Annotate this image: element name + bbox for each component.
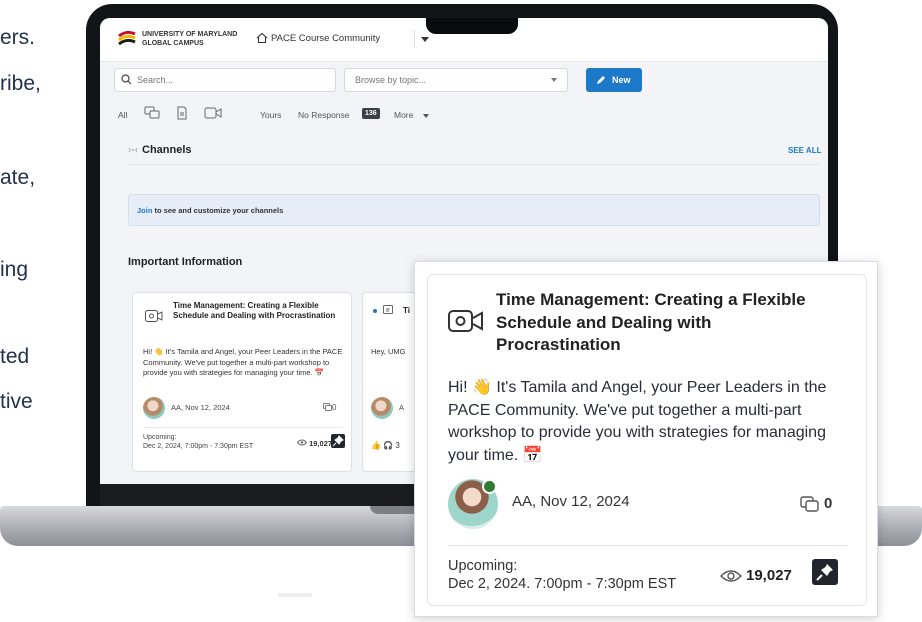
pencil-icon — [597, 76, 605, 84]
divider — [143, 427, 343, 428]
post-excerpt: Hi! 👋 It's Tamila and Angel, your Peer L… — [143, 347, 343, 377]
chevron-down-icon — [421, 37, 429, 42]
browse-placeholder: Browse by topic... — [355, 75, 427, 85]
chevron-down-icon — [423, 114, 429, 118]
channels-icon — [128, 147, 138, 153]
view-count-value: 19,027 — [309, 439, 333, 448]
course-switcher[interactable]: PACE Course Community — [271, 33, 380, 44]
reaction-count: 3 — [395, 441, 400, 450]
post-title: Time Management: Creating a Flexible Sch… — [173, 301, 336, 320]
brand-name: UNIVERSITY OF MARYLAND GLOBAL CAMPUS — [142, 30, 237, 48]
important-information-heading: Important Information — [128, 256, 243, 268]
pin-button[interactable] — [331, 434, 345, 448]
divider — [128, 164, 820, 165]
search-icon — [121, 74, 132, 85]
join-channels-banner: Join to see and customize your channels — [128, 194, 820, 226]
filter-more[interactable]: More — [394, 110, 413, 120]
search-placeholder: Search... — [137, 75, 174, 85]
comment-count-value: 0 — [332, 403, 337, 412]
join-link[interactable]: Join — [137, 206, 152, 215]
discussion-icon — [383, 305, 393, 314]
pin-icon — [332, 435, 344, 447]
new-post-label: New — [612, 75, 631, 85]
channels-heading: Channels — [142, 144, 192, 156]
left-text-fragment-3: ate, — [0, 166, 36, 189]
left-text-fragment-1: ers. — [0, 26, 36, 49]
post-excerpt: Hey, UMG — [371, 347, 406, 356]
upcoming-date: Dec 2, 2024, 7:00pm - 7:30pm EST — [143, 443, 254, 450]
discussion-filter-icon[interactable] — [144, 106, 160, 120]
upcoming-label: Upcoming: — [143, 434, 177, 441]
comment-count: 0 — [323, 403, 336, 412]
decorative-bar — [278, 593, 312, 597]
join-banner-message: to see and customize your channels — [152, 206, 284, 215]
camera-notch — [426, 18, 518, 34]
video-icon — [448, 310, 483, 332]
upcoming-event: Upcoming: Dec 2, 2024. 7:00pm - 7:30pm E… — [448, 557, 676, 593]
filter-yours[interactable]: Yours — [260, 110, 281, 120]
upcoming-event: Upcoming: Dec 2, 2024, 7:00pm - 7:30pm E… — [143, 433, 253, 451]
browse-topic-select[interactable]: Browse by topic... — [344, 68, 568, 92]
brand-line-1: UNIVERSITY OF MARYLAND — [142, 31, 238, 38]
brand-line-2: GLOBAL CAMPUS — [142, 40, 204, 47]
filter-bar: All Yours No Response 136 More — [100, 102, 828, 126]
post-title[interactable]: Time Management: Creating a Flexible Sch… — [496, 289, 836, 357]
no-response-count-badge: 136 — [362, 108, 380, 119]
new-post-button[interactable]: New — [586, 68, 642, 92]
document-filter-icon[interactable] — [176, 106, 188, 120]
post-card-zoomed[interactable]: Time Management: Creating a Flexible Sch… — [414, 261, 878, 617]
see-all-channels-link[interactable]: SEE ALL — [788, 146, 821, 155]
comment-icon — [800, 496, 819, 512]
join-banner-text: Join to see and customize your channels — [137, 206, 283, 215]
post-excerpt: Hi! 👋 It's Tamila and Angel, your Peer L… — [448, 379, 827, 464]
avatar — [371, 397, 393, 419]
view-count: 19,027 — [296, 439, 333, 448]
post-card[interactable]: Time Management: Creating a Flexible Sch… — [132, 292, 352, 472]
eye-icon — [720, 570, 742, 582]
headphones-icon: 🎧 — [383, 441, 394, 450]
pin-icon — [816, 564, 833, 581]
umgc-logo-icon — [118, 30, 136, 46]
comment-count: 0 — [824, 495, 833, 512]
view-count: 19,027 — [746, 567, 792, 584]
upcoming-date: Dec 2, 2024. 7:00pm - 7:30pm EST — [448, 576, 677, 592]
left-text-fragment-4: ing — [0, 258, 29, 281]
chevron-down-icon — [551, 78, 557, 82]
left-text-fragment-2: ribe, — [0, 72, 41, 95]
post-title: Ti — [403, 306, 410, 315]
avatar — [143, 397, 165, 419]
eye-icon — [296, 439, 308, 446]
thumbs-up-icon: 👍 — [371, 441, 381, 450]
filter-no-response[interactable]: No Response — [298, 110, 350, 120]
post-author-date: AA, Nov 12, 2024 — [512, 493, 630, 510]
post-author-date: A — [399, 403, 405, 412]
filter-all[interactable]: All — [118, 110, 127, 120]
upcoming-label: Upcoming: — [448, 558, 518, 574]
post-author-date: AA, Nov 12, 2024 — [171, 403, 230, 412]
unread-dot — [373, 309, 377, 313]
left-text-fragment-5: ted — [0, 345, 30, 368]
pin-button[interactable] — [812, 559, 838, 585]
video-filter-icon[interactable] — [204, 106, 222, 120]
comment-icon — [323, 403, 332, 411]
moderator-badge-icon — [482, 479, 497, 494]
divider — [448, 545, 848, 546]
home-icon[interactable] — [256, 32, 268, 44]
post-card[interactable]: Ti Hey, UMG A 👍 🎧 3 — [362, 292, 422, 472]
search-input[interactable]: Search... — [114, 68, 336, 92]
reactions: 👍 🎧 3 — [371, 441, 400, 450]
video-icon — [145, 310, 163, 322]
post-card-inner: Time Management: Creating a Flexible Sch… — [427, 274, 867, 606]
left-text-fragment-6: tive — [0, 390, 33, 413]
